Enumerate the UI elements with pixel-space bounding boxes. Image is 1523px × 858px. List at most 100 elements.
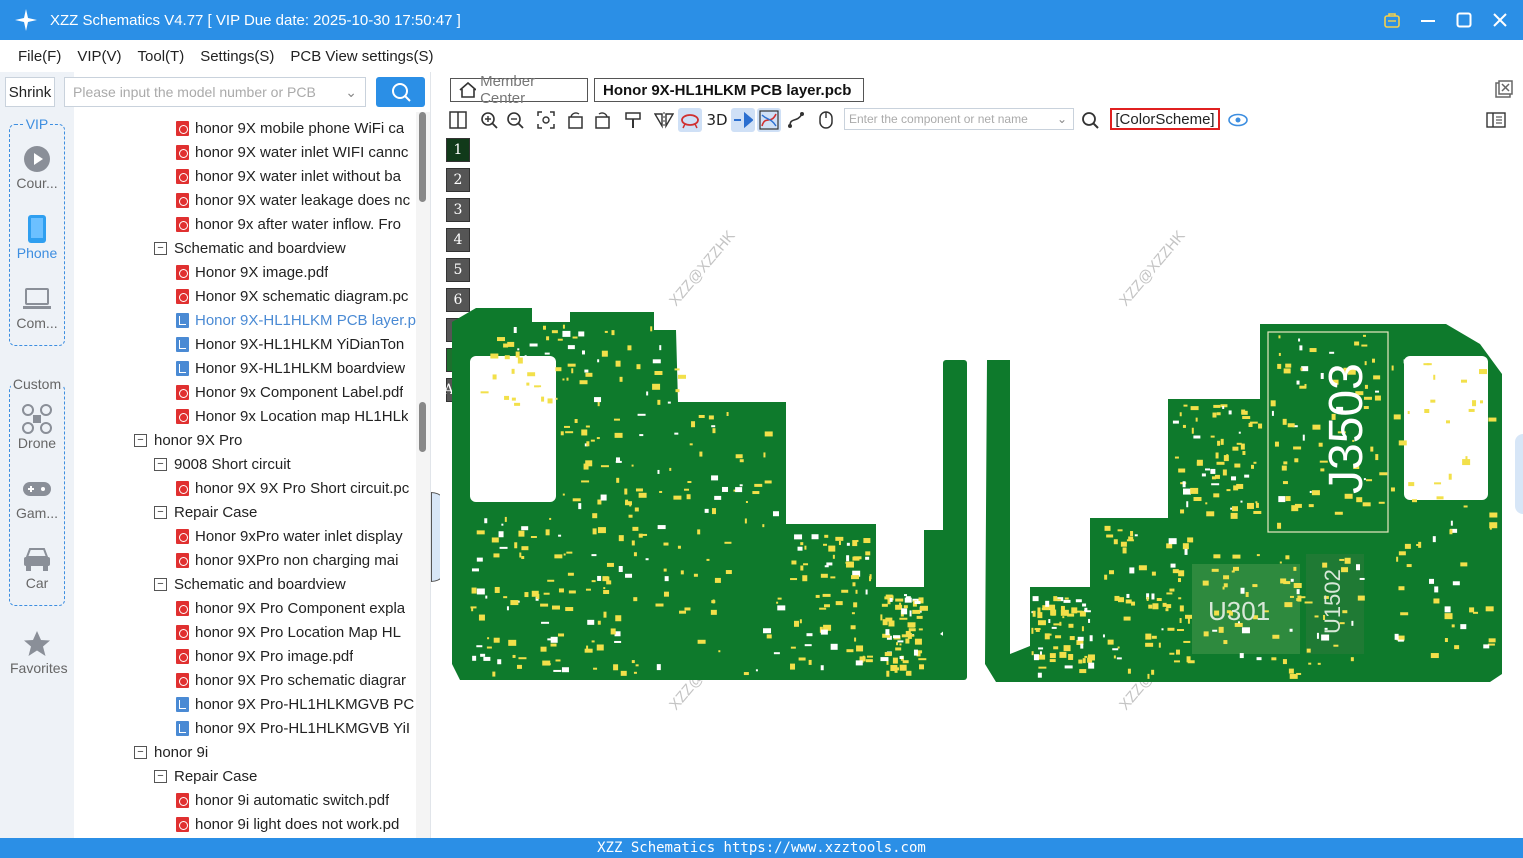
tree-file[interactable]: honor 9X Pro image.pdf [176, 644, 353, 668]
nav-drone[interactable]: Drone [10, 403, 64, 451]
side-panel-icon[interactable] [1484, 108, 1508, 132]
tree-file[interactable]: honor 9X water inlet without ba [176, 164, 401, 188]
tree-item-label: honor 9X Pro image.pdf [195, 647, 354, 665]
panel-splitter[interactable] [430, 72, 449, 838]
vip-bag-icon[interactable] [1379, 7, 1405, 33]
zoom-in-icon[interactable] [477, 108, 501, 132]
nav-computer[interactable]: Com... [10, 283, 64, 331]
nav-favorites[interactable]: Favorites [10, 628, 68, 676]
board-outline-icon[interactable] [678, 108, 702, 132]
collapse-toggle-icon[interactable]: − [154, 577, 167, 591]
tree-file[interactable]: honor 9i automatic switch.pdf [176, 788, 389, 812]
pcb-canvas[interactable]: 12345678ALL XZZ@XZZHK XZZ@XZZHK XZZ@XZZH… [440, 134, 1523, 838]
3d-view-button[interactable]: 3D [704, 108, 730, 132]
tree-folder[interactable]: − Schematic and boardview [154, 236, 346, 260]
tree-file[interactable]: honor 9X water leakage does nc [176, 188, 410, 212]
tree-folder[interactable]: − honor 9X Pro [134, 428, 242, 452]
tab-pcb-file[interactable]: Honor 9X-HL1HLKM PCB layer.pcb [594, 78, 864, 102]
maximize-button[interactable] [1451, 7, 1477, 33]
model-search-input[interactable]: Please input the model number or PCB ⌄ [64, 77, 366, 107]
pdf-file-icon [176, 144, 189, 160]
right-collapse-tab[interactable] [1515, 434, 1523, 514]
mouse-icon[interactable] [814, 108, 838, 132]
collapse-toggle-icon[interactable]: − [154, 457, 167, 471]
close-button[interactable] [1487, 7, 1513, 33]
pcb-board-drawing[interactable]: J3503 U301 U1502 [440, 134, 1523, 838]
fit-view-icon[interactable] [534, 108, 558, 132]
mirror-icon[interactable] [652, 108, 676, 132]
tree-scrollbar[interactable] [416, 112, 430, 838]
nav-courses[interactable]: Cour... [10, 143, 64, 191]
tree-file[interactable]: honor 9X mobile phone WiFi ca [176, 116, 404, 140]
eye-icon[interactable] [1226, 108, 1250, 132]
tree-file[interactable]: honor 9X Pro Location Map HL [176, 620, 401, 644]
component-search-icon[interactable] [1078, 108, 1102, 132]
search-button[interactable] [376, 77, 425, 107]
net-highlight-icon[interactable] [757, 108, 781, 132]
tree-file[interactable]: honor 9X Pro schematic diagrar [176, 668, 406, 692]
zoom-out-icon[interactable] [503, 108, 527, 132]
menu-file[interactable]: File(F) [18, 48, 61, 65]
rotate-right-icon[interactable] [590, 108, 614, 132]
split-view-icon[interactable] [446, 108, 470, 132]
tab-member-center[interactable]: Member Center [450, 73, 588, 107]
menu-vip[interactable]: VIP(V) [77, 48, 121, 65]
nav-phone[interactable]: Phone [10, 213, 64, 261]
tree-folder[interactable]: − Repair Case [154, 764, 257, 788]
chevron-down-icon[interactable]: ⌄ [1057, 112, 1067, 126]
nav-car[interactable]: Car [10, 543, 64, 591]
tree-file[interactable]: Honor 9X image.pdf [176, 260, 328, 284]
tree-folder[interactable]: −9008 Short circuit [154, 452, 291, 476]
trace-route-icon[interactable] [784, 108, 808, 132]
tree-file[interactable]: Honor 9xPro water inlet display [176, 524, 403, 548]
tree-folder[interactable]: − Schematic and boardview [154, 572, 346, 596]
tree-file[interactable]: honor 9X Pro-HL1HLKMGVB PC [176, 692, 414, 716]
pdf-file-icon [176, 528, 189, 544]
pdf-file-icon [176, 384, 189, 400]
close-all-tabs-icon[interactable] [1495, 80, 1513, 102]
tree-scroll-thumb-top[interactable] [419, 112, 426, 202]
pcb-flex-strip [943, 360, 967, 680]
tree-file[interactable]: Honor 9x Component Label.pdf [176, 380, 403, 404]
collapse-toggle-icon[interactable]: − [154, 769, 167, 783]
chevron-down-icon[interactable]: ⌄ [345, 84, 357, 101]
pdf-file-icon [176, 264, 189, 280]
menu-tool[interactable]: Tool(T) [138, 48, 185, 65]
tree-file[interactable]: honor 9X 9X Pro Short circuit.pc [176, 476, 409, 500]
tree-file[interactable]: Honor 9X-HL1HLKM YiDianTon [176, 332, 404, 356]
nav-game[interactable]: Gam... [10, 473, 64, 521]
collapse-toggle-icon[interactable]: − [134, 433, 147, 447]
tree-file[interactable]: honor 9X Pro-HL1HLKMGVB YiI [176, 716, 410, 740]
tree-file[interactable]: honor 9XPro non charging mai [176, 548, 398, 572]
tree-file[interactable]: honor 9X Pro Component expla [176, 596, 405, 620]
tree-file[interactable]: Honor 9x Location map HL1HLk [176, 404, 408, 428]
format-paint-icon[interactable] [621, 108, 645, 132]
tree-file[interactable]: Honor 9X-HL1HLKM boardview [176, 356, 405, 380]
tree-file[interactable]: Honor 9X-HL1HLKM PCB layer.p [176, 308, 416, 332]
color-scheme-button[interactable]: [ColorScheme] [1110, 108, 1220, 130]
collapse-toggle-icon[interactable]: − [154, 505, 167, 519]
pdf-file-icon [176, 816, 189, 832]
tree-scroll-thumb[interactable] [419, 402, 426, 452]
tab-member-label: Member Center [480, 73, 536, 107]
tree-file[interactable]: honor 9X water inlet WIFI cannc [176, 140, 408, 164]
rotate-left-icon[interactable] [564, 108, 588, 132]
pin-select-icon[interactable] [731, 108, 755, 132]
component-search-input[interactable]: Enter the component or net name ⌄ [844, 108, 1074, 130]
tree-file[interactable]: honor 9x after water inflow. Fro [176, 212, 401, 236]
collapse-toggle-icon[interactable]: − [134, 745, 147, 759]
tree-file[interactable]: honor 9i light does not work.pd [176, 812, 399, 836]
minimize-button[interactable] [1415, 7, 1441, 33]
pcb-file-icon [176, 360, 189, 376]
menu-settings[interactable]: Settings(S) [200, 48, 274, 65]
menu-pcb-view-settings[interactable]: PCB View settings(S) [290, 48, 433, 65]
tree-file[interactable]: Honor 9X schematic diagram.pc [176, 284, 408, 308]
tree-item-label: honor 9X water inlet WIFI cannc [195, 143, 409, 161]
shrink-button[interactable]: Shrink [5, 77, 55, 107]
collapse-toggle-icon[interactable]: − [154, 241, 167, 255]
tree-folder[interactable]: − honor 9i [134, 740, 208, 764]
custom-group: Custom Drone Gam... Car [9, 376, 65, 606]
tree-folder[interactable]: − Repair Case [154, 500, 257, 524]
pdf-file-icon [176, 168, 189, 184]
tree-item-label: Schematic and boardview [174, 575, 346, 593]
